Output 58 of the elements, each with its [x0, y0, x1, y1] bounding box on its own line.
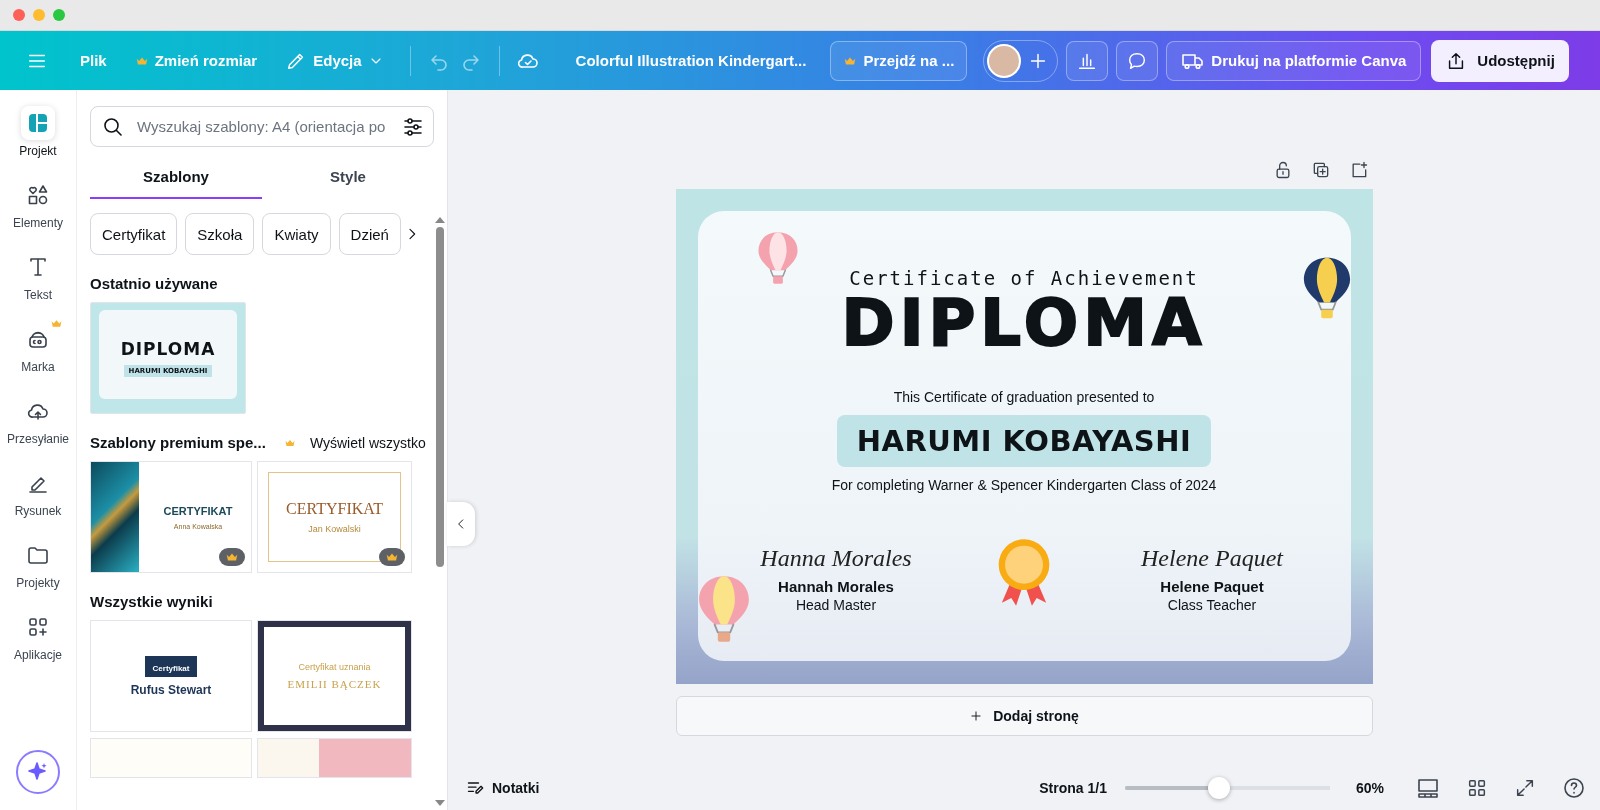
search-input[interactable]: Wyszukaj szablony: A4 (orientacja po	[135, 117, 391, 136]
template-thumbnail[interactable]: Certyfikat Rufus Stewart	[90, 620, 252, 732]
grid-view-icon[interactable]	[1466, 777, 1488, 799]
zoom-slider-thumb[interactable]	[1208, 777, 1231, 799]
signer-role: Head Master	[795, 597, 877, 613]
certificate-reason: For completing Warner & Spencer Kindergarten Class of 2024	[831, 477, 1217, 493]
shapes-icon	[26, 183, 50, 207]
signer-name: Helene Paquet	[1160, 578, 1264, 595]
close-window-button[interactable]	[13, 9, 25, 21]
rail-tab[interactable]: Projekty	[2, 538, 74, 590]
signature: Helene Paquet	[1141, 545, 1283, 572]
rail-tab[interactable]: Projekt	[2, 106, 74, 158]
category-chip[interactable]: Szkoła	[185, 213, 255, 255]
recipient-name: HARUMI KOBAYASHI	[836, 415, 1212, 467]
panel-tab[interactable]: Szablony	[90, 155, 262, 199]
rail-tab[interactable]: Rysunek	[2, 466, 74, 518]
template-thumbnail[interactable]: CERTYFIKAT Jan Kowalski	[257, 461, 412, 573]
template-thumbnail[interactable]	[257, 738, 412, 778]
help-icon[interactable]	[1562, 776, 1586, 800]
certificate-heading: Certificate of Achievement	[849, 267, 1199, 289]
signer-name: Hannah Morales	[778, 578, 894, 595]
panel-tab[interactable]: Style	[262, 155, 434, 199]
add-page-button[interactable]: Dodaj stronę	[675, 696, 1373, 736]
page-layout-icon[interactable]	[1416, 776, 1440, 800]
rail-tab[interactable]: Aplikacje	[2, 610, 74, 662]
rail-tab[interactable]: Marka	[2, 322, 74, 374]
plus-icon	[969, 709, 984, 723]
signature: Hanna Morales	[760, 545, 912, 572]
category-chip[interactable]: Kwiaty	[262, 213, 331, 255]
rail-tab[interactable]: Tekst	[2, 250, 74, 302]
signer-role: Class Teacher	[1167, 597, 1257, 613]
notes-button[interactable]: Notatki	[466, 778, 540, 798]
analytics-button[interactable]	[1066, 40, 1109, 81]
rail-tab[interactable]: Elementy	[2, 178, 74, 230]
zoom-percentage[interactable]: 60%	[1355, 780, 1384, 796]
print-button[interactable]: Drukuj na platformie Canva	[1166, 40, 1422, 81]
certificate-title: DIPLOMA	[841, 291, 1207, 355]
upgrade-button[interactable]: Przejdź na ...	[830, 40, 968, 81]
design-icon	[26, 111, 50, 135]
see-all-link[interactable]: Wyświetl wszystko	[309, 434, 426, 451]
section-title: Ostatnio używane	[90, 275, 218, 292]
search-field[interactable]: Wyszukaj szablony: A4 (orientacja po	[90, 106, 434, 147]
fullscreen-icon[interactable]	[1514, 777, 1536, 799]
avatar[interactable]	[987, 43, 1022, 78]
scrollbar-thumb[interactable]	[436, 227, 444, 567]
share-button[interactable]: Udostępnij	[1431, 39, 1569, 82]
zoom-window-button[interactable]	[53, 9, 65, 21]
apps-icon	[26, 615, 50, 639]
category-chip[interactable]: Certyfikat	[90, 213, 178, 255]
section-title: Szablony premium spe...	[90, 434, 266, 451]
magic-button[interactable]	[16, 750, 60, 794]
rail-tab[interactable]: Przesyłanie	[2, 394, 74, 446]
template-thumbnail[interactable]	[90, 738, 252, 778]
certificate-intro: This Certificate of graduation presented to	[893, 389, 1155, 405]
category-chip[interactable]: Dzień	[338, 213, 401, 255]
comments-button[interactable]	[1116, 40, 1159, 81]
page-indicator[interactable]: Strona 1/1	[1039, 780, 1107, 796]
section-title: Wszystkie wyniki	[90, 593, 213, 610]
